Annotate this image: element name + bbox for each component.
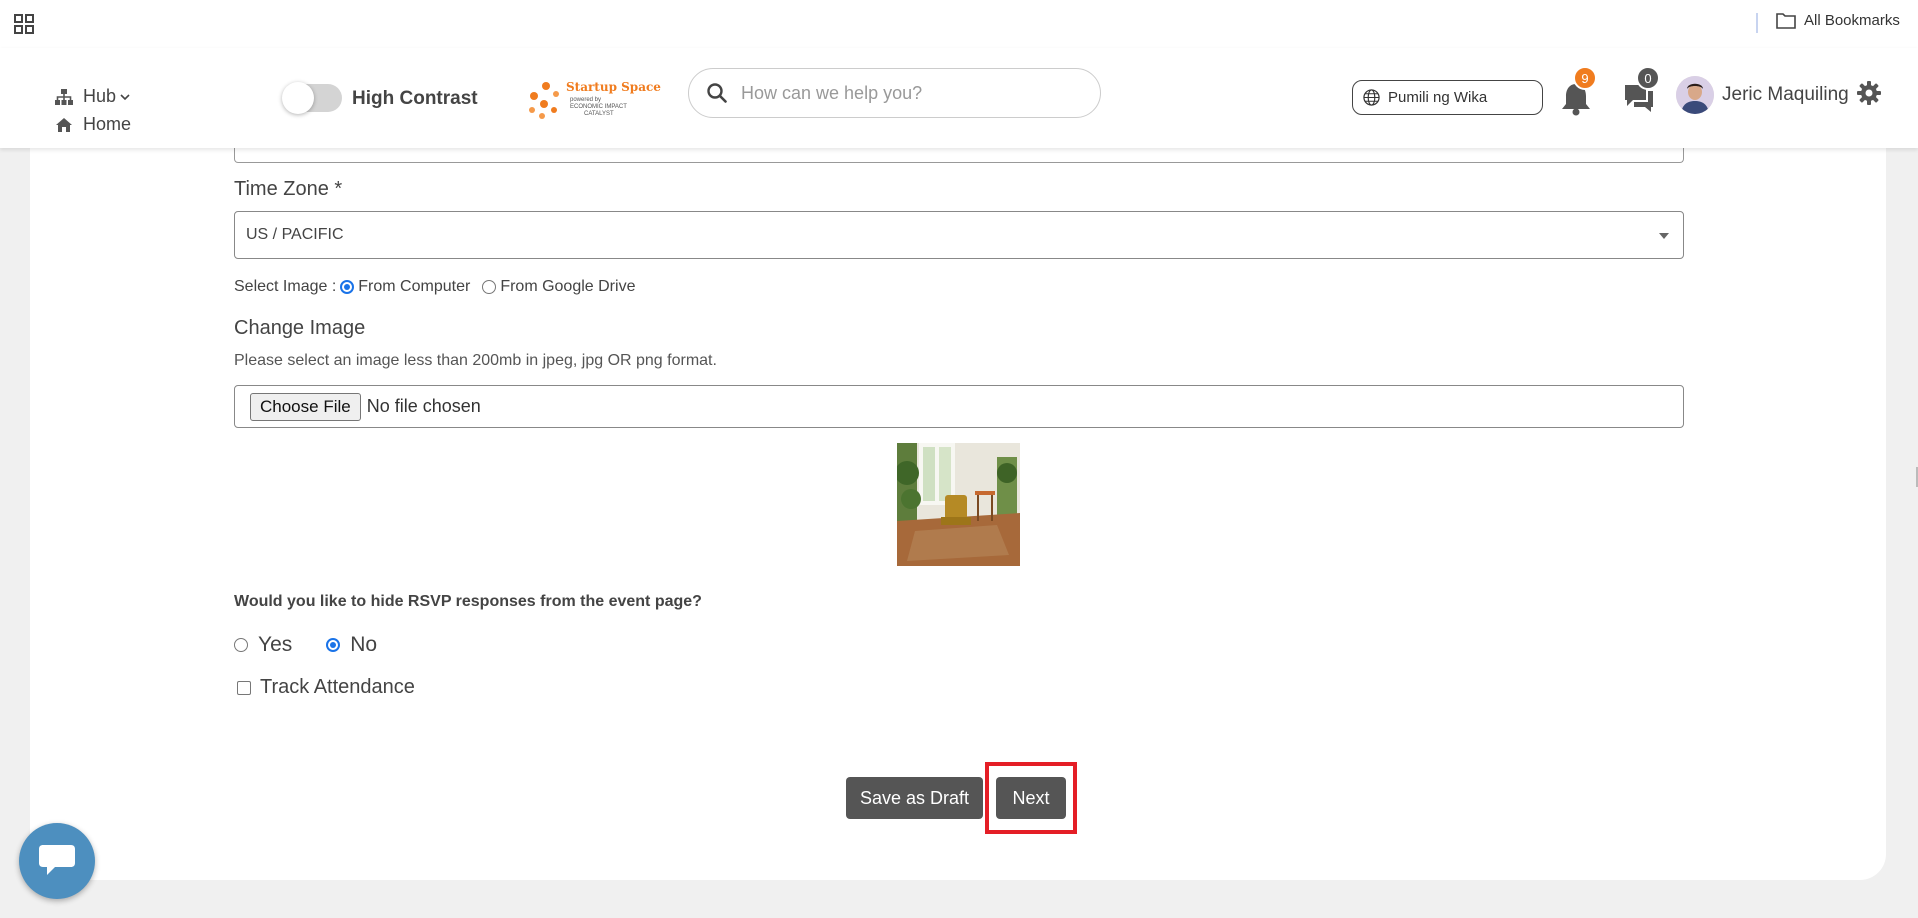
- file-status: No file chosen: [366, 396, 481, 416]
- all-bookmarks-label: All Bookmarks: [1804, 12, 1900, 29]
- track-attendance-label[interactable]: Track Attendance: [260, 676, 415, 699]
- file-upload-field[interactable]: Choose File No file chosen: [234, 385, 1684, 428]
- logo-title: Startup Space: [566, 80, 661, 94]
- track-attendance-option[interactable]: Track Attendance: [237, 676, 415, 699]
- bookmarks-separator: [1756, 13, 1758, 33]
- logo-company-line1: ECONOMIC IMPACT: [570, 104, 627, 110]
- language-label: Pumili ng Wika: [1388, 89, 1488, 106]
- rsvp-radio-group: Yes No: [234, 633, 377, 657]
- bookmarks-bar: All Bookmarks: [0, 0, 1918, 48]
- save-as-draft-button[interactable]: Save as Draft: [846, 777, 983, 819]
- from-google-drive-label[interactable]: From Google Drive: [500, 278, 635, 296]
- chat-widget-button[interactable]: [19, 823, 95, 899]
- startup-space-logo[interactable]: Startup Space powered by ECONOMIC IMPACT…: [526, 78, 661, 122]
- change-image-help: Please select an image less than 200mb i…: [234, 352, 717, 369]
- rsvp-question: Would you like to hide RSVP responses fr…: [234, 593, 702, 610]
- user-name[interactable]: Jeric Maquiling: [1722, 84, 1849, 106]
- image-source-group: Select Image : From Computer From Google…: [234, 278, 635, 296]
- nav-home-label: Home: [83, 114, 132, 134]
- rsvp-no-label[interactable]: No: [350, 633, 377, 657]
- radio-from-computer[interactable]: [340, 280, 355, 294]
- from-computer-label[interactable]: From Computer: [358, 278, 470, 296]
- logo-powered-by: powered by: [570, 97, 602, 103]
- high-contrast-toggle[interactable]: [282, 82, 342, 114]
- room-photo-icon: [897, 443, 1020, 566]
- logo-mark-icon: [529, 82, 559, 119]
- select-image-label: Select Image :: [234, 278, 337, 295]
- chevron-down-icon: [120, 93, 130, 100]
- next-button[interactable]: Next: [996, 777, 1066, 819]
- chat-bubble-icon: [39, 845, 75, 875]
- choose-file-button[interactable]: Choose File: [250, 392, 361, 421]
- radio-rsvp-yes[interactable]: [234, 638, 248, 652]
- globe-icon: [1363, 89, 1380, 106]
- avatar[interactable]: [1676, 76, 1714, 114]
- nav-hub-label: Hub: [83, 86, 117, 106]
- logo-company-line2: CATALYST: [584, 111, 614, 117]
- search-input[interactable]: [741, 82, 1071, 104]
- folder-icon: [1776, 13, 1796, 29]
- site-header: Hub Home High Contrast Startup Space pow…: [0, 48, 1918, 148]
- sitemap-icon: [55, 88, 73, 105]
- user-photo-icon: [1676, 76, 1714, 114]
- nav-home-link[interactable]: Home: [55, 114, 131, 135]
- messages-badge: 0: [1636, 66, 1660, 90]
- search-icon: [707, 83, 727, 103]
- event-image-preview: [897, 443, 1020, 566]
- apps-grid-icon[interactable]: [14, 14, 34, 34]
- high-contrast-label: High Contrast: [352, 88, 478, 109]
- home-icon: [56, 117, 72, 132]
- search-bar: [688, 68, 1101, 118]
- notifications-badge: 9: [1573, 66, 1597, 90]
- timezone-value: US / PACIFIC: [246, 226, 344, 243]
- language-selector[interactable]: Pumili ng Wika: [1352, 80, 1543, 115]
- nav-hub-dropdown[interactable]: Hub: [55, 86, 130, 107]
- caret-down-icon: [1659, 233, 1669, 239]
- toggle-knob: [282, 82, 314, 114]
- radio-from-google-drive[interactable]: [482, 280, 497, 294]
- change-image-label: Change Image: [234, 317, 366, 339]
- radio-rsvp-no[interactable]: [326, 638, 341, 652]
- rsvp-yes-label[interactable]: Yes: [258, 633, 292, 657]
- timezone-select[interactable]: US / PACIFIC: [234, 211, 1684, 259]
- all-bookmarks-button[interactable]: All Bookmarks: [1776, 12, 1900, 29]
- gear-icon[interactable]: [1856, 80, 1882, 106]
- track-attendance-checkbox[interactable]: [237, 680, 251, 695]
- timezone-label: Time Zone *: [234, 178, 343, 200]
